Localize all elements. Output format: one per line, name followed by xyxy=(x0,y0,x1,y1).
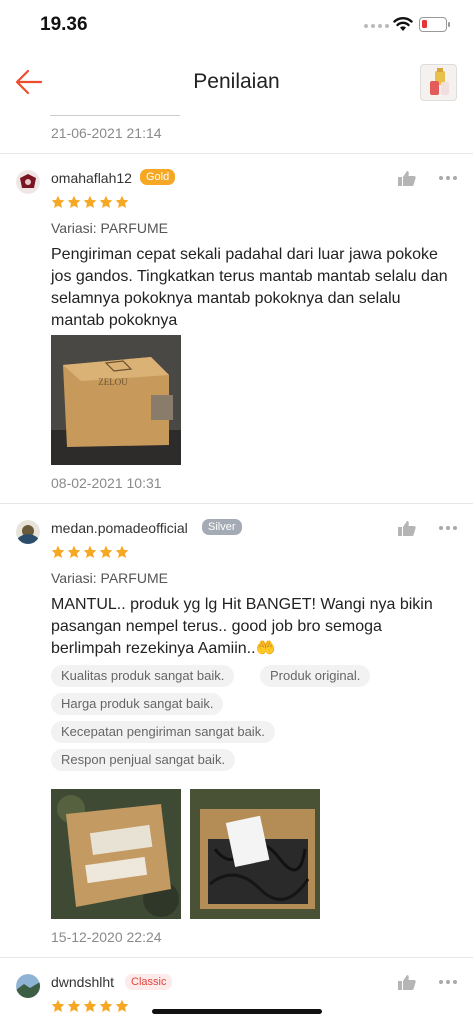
review-item: omahaflah12 Gold Variasi: PARFUME Pengir… xyxy=(0,154,473,504)
wifi-icon xyxy=(393,17,413,31)
thumbs-up-icon[interactable] xyxy=(397,974,416,991)
thumbs-up-icon[interactable] xyxy=(397,520,416,537)
product-thumbnail[interactable] xyxy=(420,64,457,101)
star-icon xyxy=(99,545,113,558)
star-icon xyxy=(115,195,129,208)
avatar[interactable] xyxy=(16,170,40,194)
star-rating xyxy=(51,195,129,209)
variant-label: Variasi: PARFUME xyxy=(51,220,168,236)
cellular-signal-icon xyxy=(364,24,389,28)
reviewer-username[interactable]: omahaflah12 xyxy=(51,170,132,186)
review-tag: Kualitas produk sangat baik. xyxy=(51,665,235,687)
star-icon xyxy=(99,195,113,208)
review-tag: Harga produk sangat baik. xyxy=(51,693,224,715)
avatar[interactable] xyxy=(16,520,40,544)
review-date: 08-02-2021 10:31 xyxy=(51,475,162,491)
review-tag: Respon penjual sangat baik. xyxy=(51,749,236,771)
review-tag: Kecepatan pengiriman sangat baik. xyxy=(51,721,275,743)
star-icon xyxy=(67,999,81,1012)
star-icon xyxy=(83,195,97,208)
star-icon xyxy=(67,195,81,208)
review-text: MANTUL.. produk yg lg Hit BANGET! Wangi … xyxy=(51,596,433,657)
membership-badge: Silver xyxy=(202,519,242,535)
review-date: 15-12-2020 22:24 xyxy=(51,929,162,945)
more-options-icon[interactable] xyxy=(439,980,457,984)
review-item: dwndshlht Classic xyxy=(0,958,473,1024)
product-box-label: ZELOU xyxy=(98,377,128,387)
star-rating xyxy=(51,999,129,1013)
star-icon xyxy=(115,999,129,1012)
star-icon xyxy=(51,195,65,208)
status-bar: 19.36 xyxy=(0,0,473,52)
star-icon xyxy=(51,999,65,1012)
review-item: medan.pomadeofficial Silver Variasi: PAR… xyxy=(0,504,473,956)
thumbs-up-icon[interactable] xyxy=(397,170,416,187)
previous-review-date: 21-06-2021 21:14 xyxy=(51,125,162,141)
more-options-icon[interactable] xyxy=(439,176,457,180)
variant-label: Variasi: PARFUME xyxy=(51,570,168,586)
product-image-icon xyxy=(430,68,449,95)
review-photo[interactable] xyxy=(51,789,181,919)
membership-badge: Gold xyxy=(140,169,176,185)
star-icon xyxy=(67,545,81,558)
star-icon xyxy=(115,545,129,558)
reviewer-username[interactable]: dwndshlht xyxy=(51,974,114,990)
reviewer-username[interactable]: medan.pomadeofficial xyxy=(51,520,188,536)
battery-icon xyxy=(419,17,450,32)
review-tags: Kualitas produk sangat baik. Produk orig… xyxy=(51,665,451,775)
more-options-icon[interactable] xyxy=(439,526,457,530)
page-title: Penilaian xyxy=(193,70,280,93)
status-time: 19.36 xyxy=(40,14,88,35)
star-rating xyxy=(51,545,129,559)
star-icon xyxy=(51,545,65,558)
membership-badge: Classic xyxy=(125,974,173,990)
avatar[interactable] xyxy=(16,974,40,998)
review-text: Pengiriman cepat sekali padahal dari lua… xyxy=(51,246,448,329)
review-photo[interactable]: ZELOU xyxy=(51,335,181,465)
previous-review-separator xyxy=(50,115,180,116)
top-nav-bar: Penilaian xyxy=(0,52,473,112)
review-photo[interactable] xyxy=(190,789,320,919)
home-indicator[interactable] xyxy=(152,1009,322,1014)
review-tag: Produk original. xyxy=(260,665,371,687)
star-icon xyxy=(83,545,97,558)
star-icon xyxy=(83,999,97,1012)
star-icon xyxy=(99,999,113,1012)
